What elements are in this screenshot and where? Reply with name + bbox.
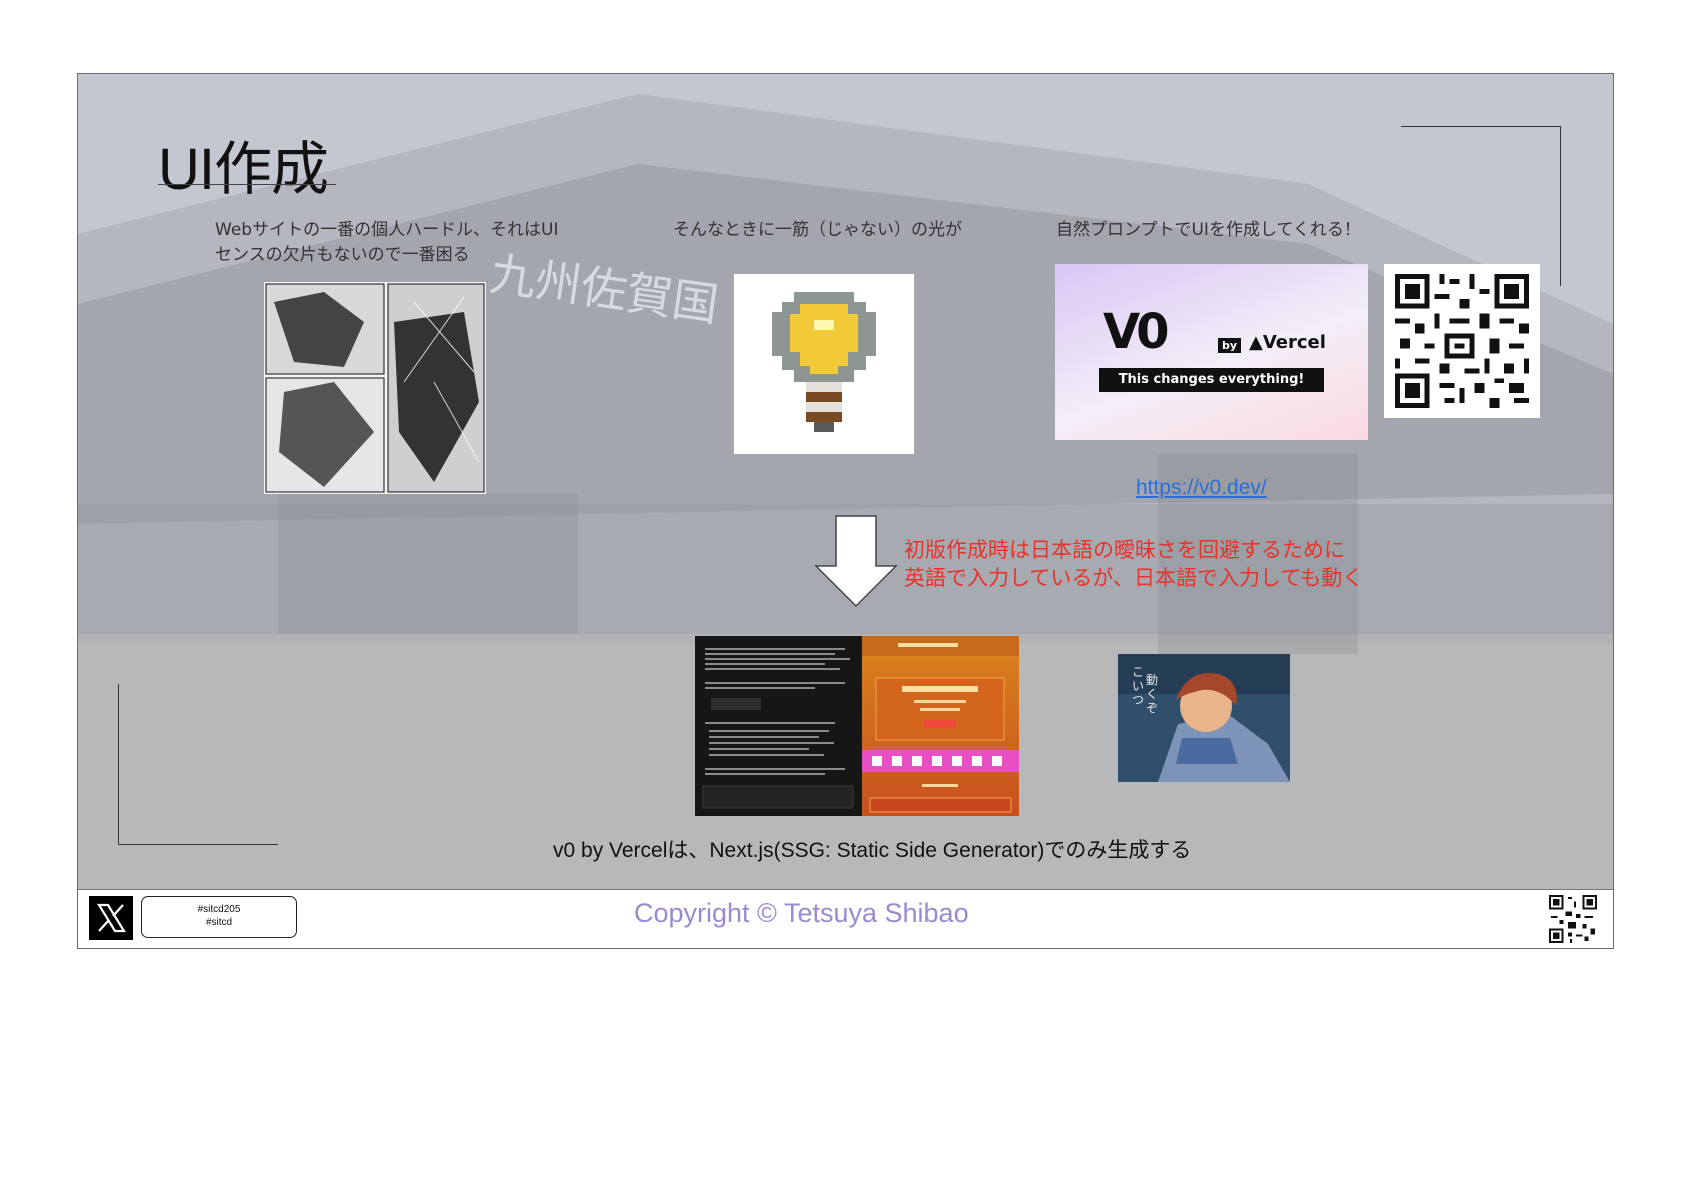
slide-footer: #sitcd205 #sitcd Copyright © Tetsuya Shi… <box>78 889 1613 948</box>
v0-logo: V0 <box>1103 304 1170 360</box>
caption-right: 自然プロンプトでUIを作成してくれる！ <box>1056 220 1361 240</box>
qr-code-icon <box>1384 264 1540 418</box>
svg-text:こ: こ <box>1132 665 1144 679</box>
v0-tagline: This changes everything! <box>1099 368 1324 392</box>
corner-bracket-bottom-left <box>118 844 278 845</box>
caption-left-line2: センスの欠片もないので一番困る <box>215 245 470 265</box>
vercel-brand: ▲Vercel <box>1249 332 1326 353</box>
corner-bracket-top-right <box>1401 126 1561 127</box>
svg-text:動: 動 <box>1146 673 1158 687</box>
hashtag-sitcd205: #sitcd205 <box>197 904 241 915</box>
bottom-caption: v0 by Vercelは、Next.js(SSG: Static Side G… <box>553 839 1192 862</box>
slide: 九州佐賀国 UI作成 Webサイトの一番の個人ハードル、それはUI センスの欠片… <box>77 73 1614 949</box>
anime-character-image: こいつ 動くぞ <box>1118 654 1290 782</box>
svg-text:つ: つ <box>1132 693 1144 707</box>
hashtag-sitcd: #sitcd <box>205 917 233 928</box>
preview-graphic <box>862 636 1019 813</box>
caption-left: Webサイトの一番の個人ハードル、それはUI センスの欠片もないので一番困る <box>215 218 605 268</box>
footer-qr-code-icon <box>1547 893 1599 945</box>
caption-middle: そんなときに一筋（じゃない）の光が <box>673 220 962 240</box>
v0-dev-link[interactable]: https://v0.dev/ <box>1136 476 1267 500</box>
corner-bracket-top-right-vertical <box>1560 126 1561 286</box>
manga-panel-image <box>264 282 486 494</box>
chat-text-lines <box>702 648 854 809</box>
caption-left-line1: Webサイトの一番の個人ハードル、それはUI <box>215 220 559 240</box>
v0-chat-pane <box>695 636 861 816</box>
hashtag-box: #sitcd205 #sitcd <box>141 896 297 938</box>
v0-by-label: by <box>1218 338 1242 353</box>
down-arrow-icon <box>814 515 898 608</box>
v0-vercel-banner: V0 by ▲Vercel This changes everything! <box>1055 264 1368 440</box>
x-logo-icon[interactable] <box>89 896 133 940</box>
svg-text:く: く <box>1146 687 1158 701</box>
svg-text:ぞ: ぞ <box>1146 701 1158 715</box>
slide-title: UI作成 <box>158 137 329 202</box>
japanese-input-note-line1: 初版作成時は日本語の曖昧さを回避するために <box>904 538 1345 562</box>
japanese-input-note-line2: 英語で入力しているが、日本語で入力しても動く <box>904 566 1364 590</box>
v0-preview-pane <box>862 636 1019 816</box>
copyright-text: Copyright © Tetsuya Shibao <box>634 898 969 928</box>
title-underline <box>158 184 336 185</box>
svg-text:い: い <box>1132 679 1144 693</box>
lightbulb-icon <box>734 274 914 454</box>
corner-bracket-bottom-left-vertical <box>118 684 119 844</box>
japanese-input-note: 初版作成時は日本語の曖昧さを回避するために 英語で入力しているが、日本語で入力し… <box>904 536 1363 592</box>
v0-editor-screenshot <box>695 636 1019 816</box>
